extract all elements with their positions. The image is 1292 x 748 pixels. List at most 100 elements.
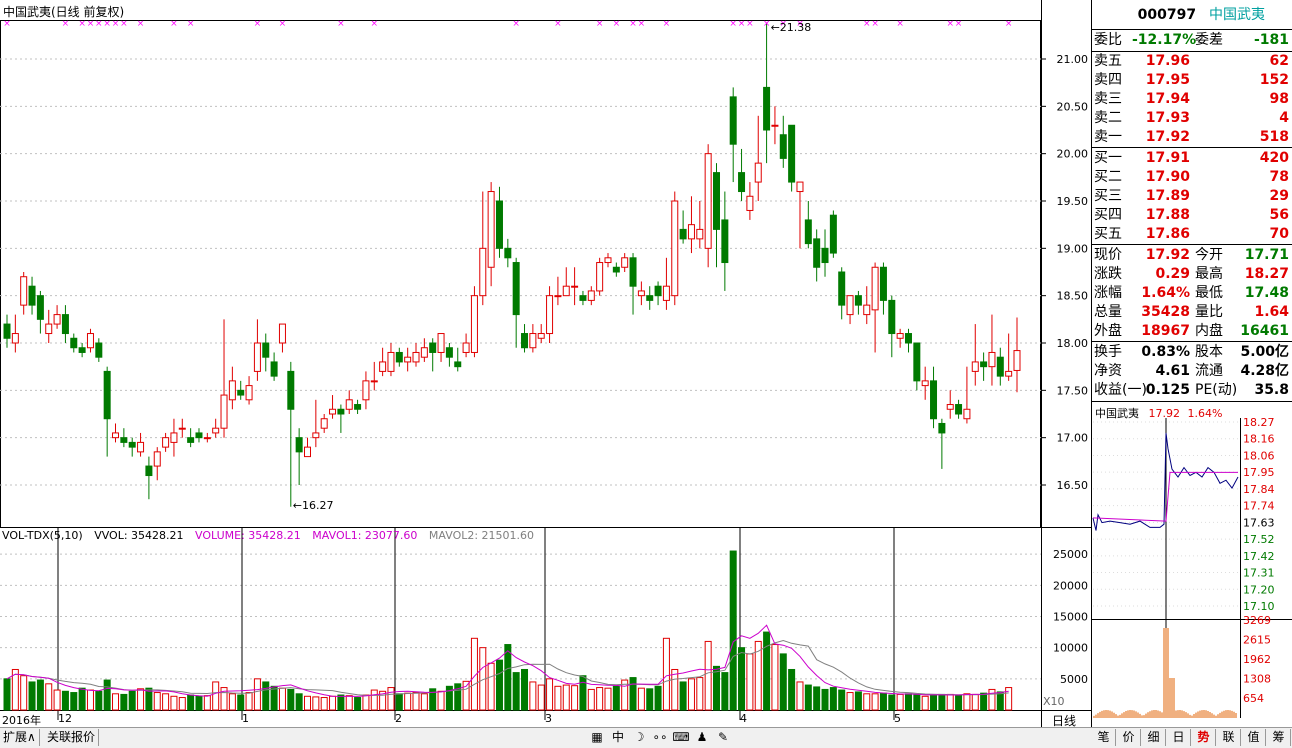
candle-body — [662, 285, 670, 301]
sell-row: 卖四 17.95 152 — [1092, 71, 1292, 90]
volume-bar — [646, 688, 654, 711]
volume-bar — [854, 691, 862, 711]
candle-body — [78, 347, 86, 353]
volume-bar — [896, 693, 904, 711]
volume-bar — [237, 694, 245, 711]
event-marker: × — [663, 19, 671, 29]
stat-label: 最高 — [1195, 266, 1223, 282]
candle-body — [470, 295, 478, 353]
volume-bar — [287, 688, 295, 711]
buy-price: 17.86 — [1145, 226, 1190, 242]
candle-body — [746, 195, 754, 211]
volume-bar — [863, 693, 871, 711]
dots-icon[interactable]: ∘∘ — [651, 729, 669, 746]
candle-body — [804, 219, 812, 245]
volume-bar — [153, 692, 161, 711]
related-quote-tab[interactable]: 关联报价 — [44, 729, 100, 746]
zh-icon[interactable]: 中 — [609, 729, 627, 746]
stat-value: 18967 — [1141, 323, 1190, 339]
stat-value: 17.48 — [1244, 285, 1289, 301]
candle-body — [387, 351, 395, 372]
volume-bar — [120, 693, 128, 711]
candle-body — [379, 361, 387, 372]
bottom-toolbar: 扩展∧ 关联报价 ▦ 中 ☽ ∘∘ ⌨ ♟ ✎ 笔价细日势联值筹 — [0, 727, 1292, 748]
candle-body — [904, 333, 912, 344]
volume-bar — [86, 689, 94, 711]
candle-body — [696, 228, 704, 240]
volume-bar — [629, 677, 637, 711]
volume-bar — [387, 687, 395, 711]
keyboard-icon[interactable]: ⌨ — [672, 729, 690, 746]
candle-body — [454, 361, 462, 368]
stat-value: 17.92 — [1145, 247, 1190, 263]
right-tab-2[interactable]: 细 — [1142, 729, 1166, 746]
price-tick-label: 16.50 — [1057, 479, 1089, 492]
right-tab-5[interactable]: 联 — [1217, 729, 1241, 746]
candle-body — [679, 228, 687, 240]
volume-bar — [713, 665, 721, 711]
candle-body — [228, 380, 236, 401]
x-label: 2 — [395, 712, 402, 725]
volume-bar — [20, 675, 28, 711]
vol-tick-label: 20000 — [1053, 579, 1088, 592]
volume-bar — [930, 694, 938, 711]
right-tab-7[interactable]: 筹 — [1267, 729, 1291, 746]
volume-bar — [763, 631, 771, 711]
event-marker: × — [629, 19, 637, 29]
stat-label: 涨幅 — [1094, 285, 1122, 301]
price-tick-label: 19.00 — [1057, 242, 1089, 255]
candle-body — [754, 162, 762, 183]
right-tab-1[interactable]: 价 — [1117, 729, 1141, 746]
volume-bar — [662, 637, 670, 711]
fund-value: 0.83% — [1141, 344, 1190, 360]
volume-bar — [904, 693, 912, 711]
wrench-icon[interactable]: ✎ — [714, 729, 732, 746]
weicha-label: 委差 — [1195, 32, 1223, 48]
candle-body — [45, 323, 53, 335]
stat-value: 1.64 — [1254, 304, 1289, 320]
volume-bar — [437, 690, 445, 711]
sell-qty: 62 — [1269, 53, 1289, 69]
expand-tab[interactable]: 扩展∧ — [0, 729, 40, 746]
candle-body — [86, 333, 94, 349]
mini-name: 中国武夷 — [1095, 407, 1139, 420]
vol-indicator-name: VOL-TDX(5,10) — [2, 529, 83, 542]
sell-label: 卖四 — [1094, 72, 1122, 88]
candle-body — [946, 404, 954, 410]
volume-bar — [270, 685, 278, 711]
event-marker: × — [638, 19, 646, 29]
right-tab-6[interactable]: 值 — [1242, 729, 1266, 746]
volume-bar — [554, 685, 562, 711]
right-tab-4[interactable]: 势 — [1192, 729, 1216, 746]
moon-icon[interactable]: ☽ — [630, 729, 648, 746]
volume-bar — [228, 693, 236, 711]
candle-body — [253, 342, 261, 372]
volume-bar — [362, 694, 370, 711]
volume-bar — [971, 693, 979, 711]
fund-value: 5.00亿 — [1240, 344, 1289, 360]
volume-bar — [212, 681, 220, 711]
event-marker: × — [87, 19, 95, 29]
volume-bar — [963, 693, 971, 711]
sell-qty: 518 — [1259, 129, 1289, 145]
fund-row: 收益(一) 0.125 PE(动) 35.8 — [1092, 381, 1292, 400]
event-marker: × — [112, 19, 120, 29]
volume-bar — [1005, 687, 1013, 711]
candle-body — [112, 432, 120, 439]
weibi-row: 委比 -12.17% 委差 -181 — [1092, 31, 1292, 50]
mini-pct: 1.64% — [1187, 407, 1223, 420]
volume-bar — [938, 693, 946, 711]
event-marker: × — [596, 19, 604, 29]
stat-row: 总量 35428 量比 1.64 — [1092, 303, 1292, 322]
vol-unit-label: X10 — [1043, 695, 1065, 708]
volume-bar — [53, 689, 61, 711]
candle-body — [921, 380, 929, 387]
price-tick-label: 17.50 — [1057, 384, 1089, 397]
right-tab-0[interactable]: 笔 — [1092, 729, 1116, 746]
user-icon[interactable]: ♟ — [693, 729, 711, 746]
sell-label: 卖二 — [1094, 110, 1122, 126]
grid-icon[interactable]: ▦ — [588, 729, 606, 746]
candle-body — [36, 295, 44, 320]
candle-body — [846, 295, 854, 316]
right-tab-3[interactable]: 日 — [1167, 729, 1191, 746]
